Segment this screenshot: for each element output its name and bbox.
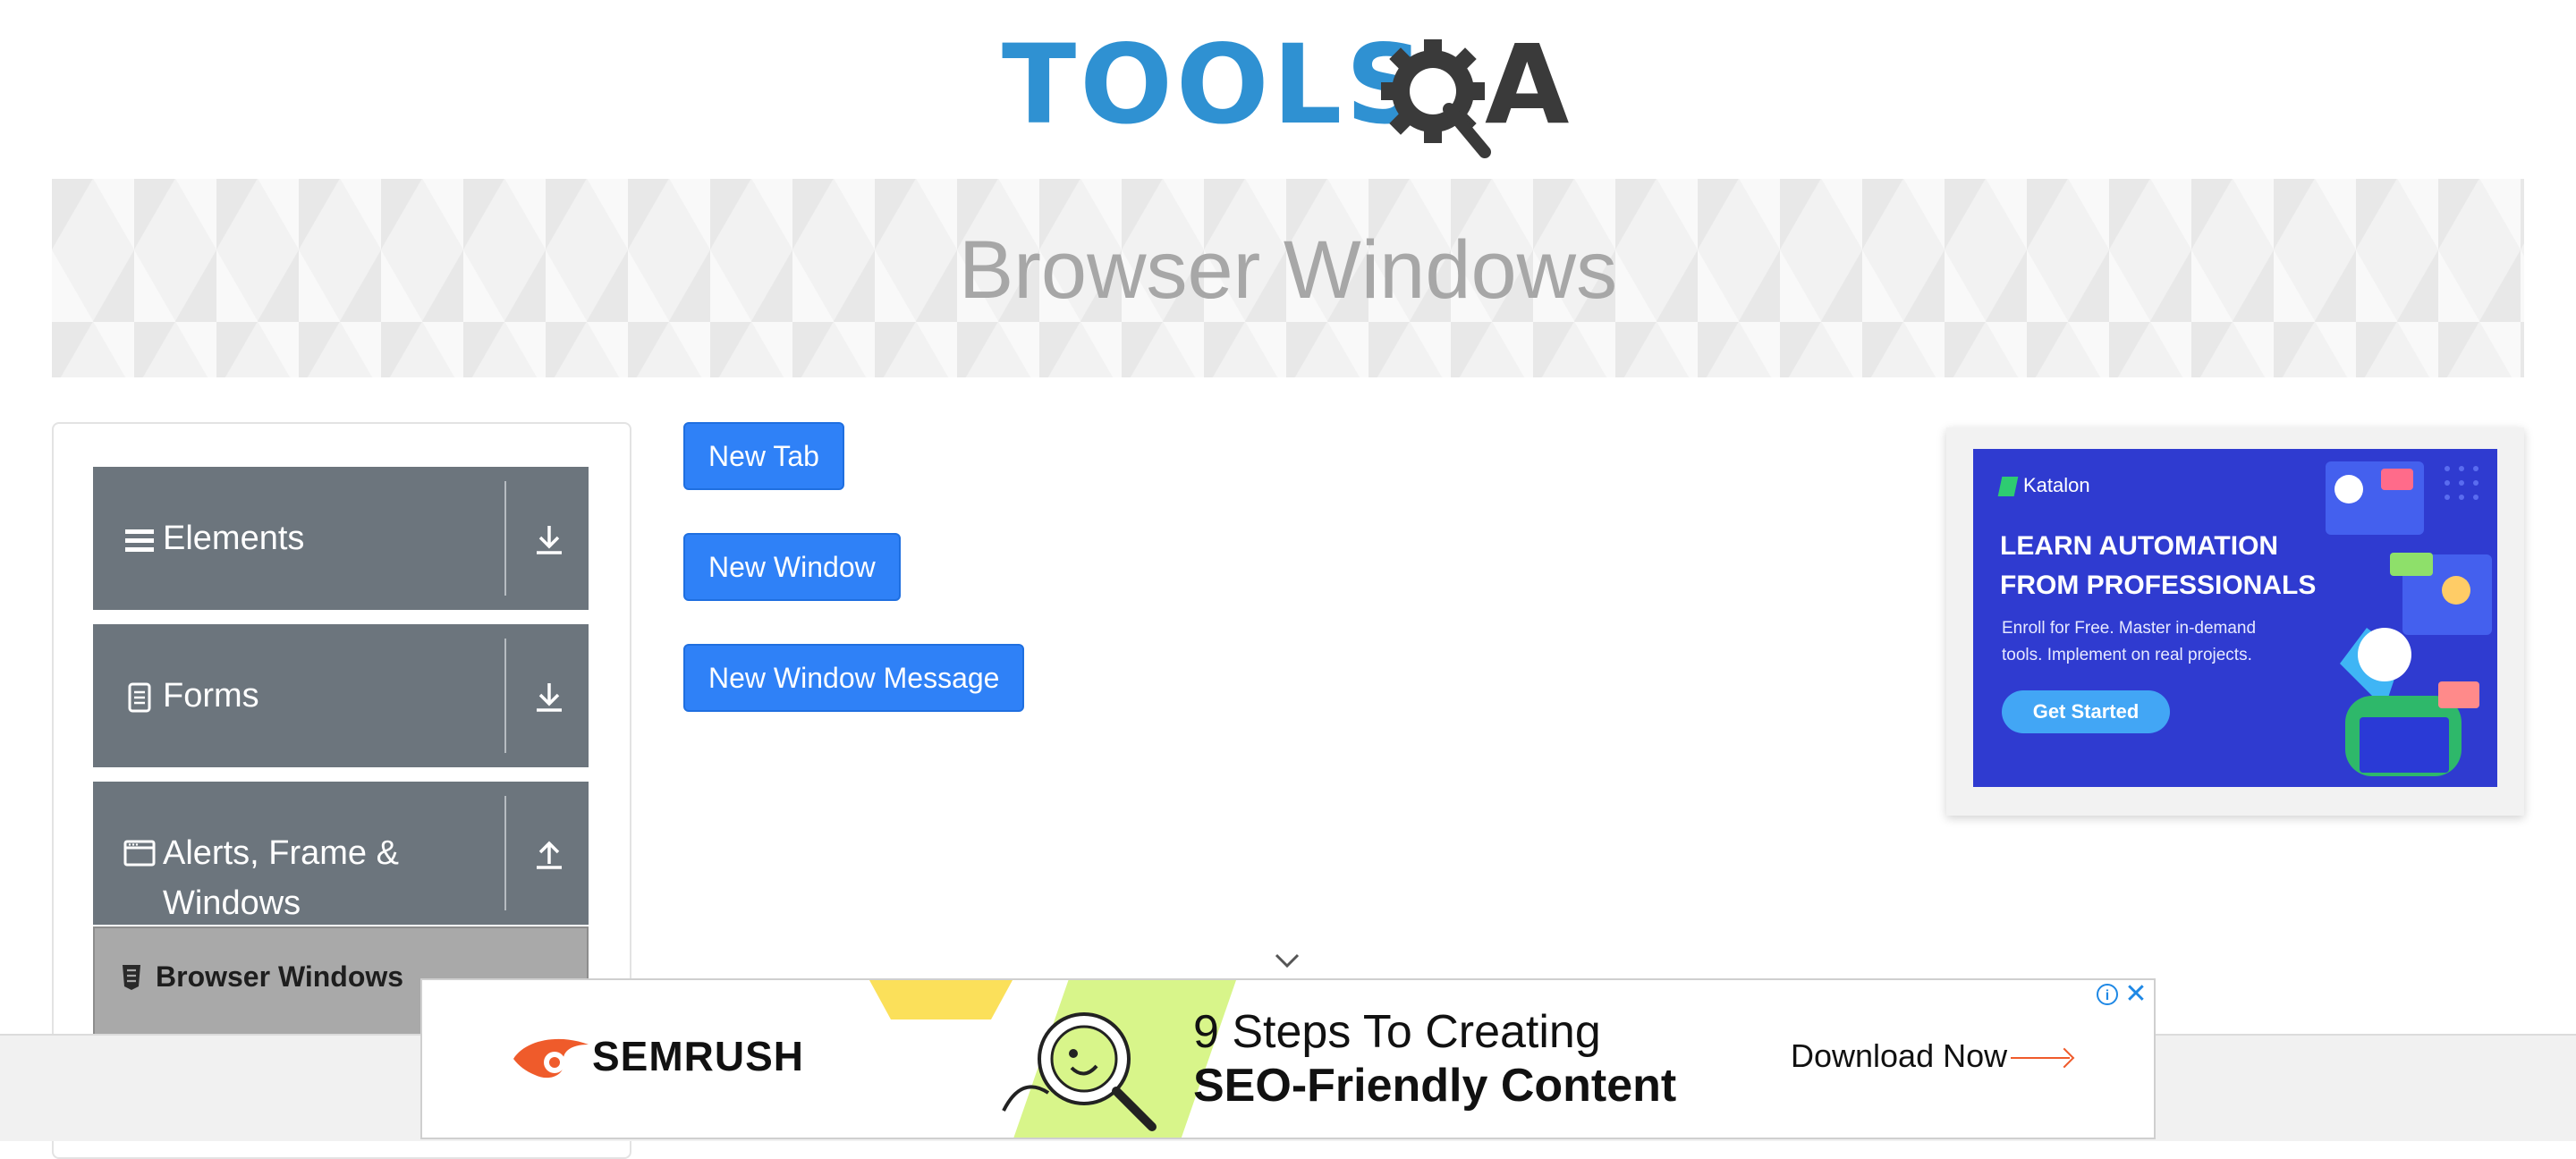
katalon-ad[interactable]: Katalon LEARN AUTOMATION FROM PROFESSION… [1973, 449, 2497, 787]
ad-info-icon[interactable]: i [2097, 984, 2118, 1005]
download-now-link[interactable]: Download Now [1791, 1037, 2071, 1075]
divider [504, 639, 506, 753]
page-banner: Browser Windows [52, 179, 2524, 377]
download-arrow-icon[interactable] [533, 680, 565, 715]
ad-brand: Katalon [1997, 474, 2090, 497]
side-ad-frame: Katalon LEARN AUTOMATION FROM PROFESSION… [1946, 427, 2524, 816]
ad-line2: SEO-Friendly Content [1193, 1060, 1677, 1112]
upload-arrow-icon[interactable] [533, 837, 565, 873]
semrush-fire-icon [513, 1038, 589, 1079]
ad-subtext-line2: tools. Implement on real projects. [2002, 646, 2252, 664]
ad-headline-line2: FROM PROFESSIONALS [2000, 571, 2317, 600]
sidebar-group-label-line2: Windows [163, 884, 301, 922]
new-window-button[interactable]: New Window [683, 533, 901, 601]
ad-subtext-line1: Enroll for Free. Master in-demand [2002, 619, 2257, 638]
document-icon [128, 682, 151, 713]
sidebar-group-forms[interactable]: Forms [93, 624, 589, 767]
chevron-down-icon[interactable] [1274, 950, 1301, 971]
sidebar-item-label: Browser Windows [156, 960, 404, 993]
sidebar-group-label: Forms [163, 677, 259, 715]
new-window-message-button[interactable]: New Window Message [683, 644, 1025, 712]
sidebar-group-alerts-frame-windows[interactable]: Alerts, Frame & Windows [93, 782, 589, 925]
ad-illustration [2326, 461, 2492, 776]
toolsqa-logo[interactable]: TOOLS A [1002, 25, 1583, 168]
ad-line1: 9 Steps To Creating [1193, 1006, 1601, 1058]
divider [504, 796, 506, 910]
semrush-ad[interactable]: SEMRUSH 9 Steps To Creating SEO-Friendly… [420, 978, 2156, 1139]
katalon-logo-icon [1997, 477, 2019, 497]
logo-text: TOOLS [1002, 21, 1428, 148]
new-tab-button[interactable]: New Tab [683, 422, 844, 490]
semrush-brand: SEMRUSH [592, 1033, 805, 1079]
download-arrow-icon[interactable] [533, 522, 565, 558]
ad-close-icon[interactable]: ✕ [2123, 981, 2148, 1008]
download-now-label: Download Now [1791, 1037, 2008, 1074]
window-icon [123, 840, 156, 867]
hamburger-icon [125, 529, 154, 552]
divider [504, 481, 506, 596]
html5-icon [123, 965, 140, 990]
ad-brand-label: Katalon [2023, 474, 2090, 496]
get-started-button[interactable]: Get Started [2002, 690, 2170, 733]
ad-headline-line1: LEARN AUTOMATION [2000, 531, 2279, 561]
sidebar-group-label-line1: Alerts, Frame & [163, 834, 399, 872]
sidebar-group-elements[interactable]: Elements [93, 467, 589, 610]
arrow-right-icon [2011, 1057, 2071, 1060]
page-title: Browser Windows [958, 224, 1618, 316]
logo-letter-a: A [1485, 21, 1570, 148]
sidebar-group-label: Elements [163, 520, 305, 557]
magnifier-mascot-icon [1002, 1012, 1157, 1131]
